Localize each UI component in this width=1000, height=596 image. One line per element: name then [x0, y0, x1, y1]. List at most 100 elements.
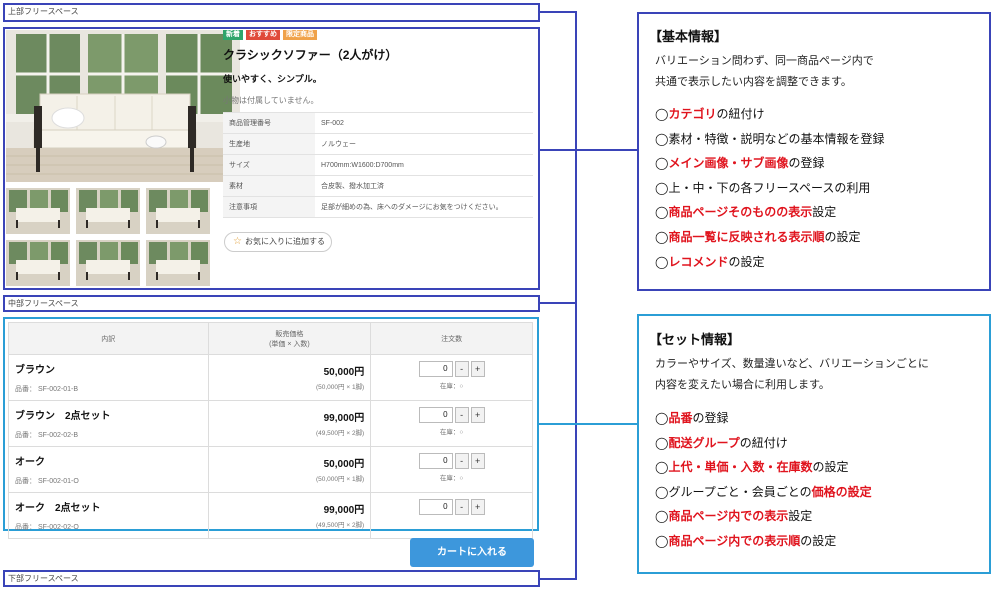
spec-key: 商品管理番号 [223, 112, 315, 134]
decrement-button[interactable]: - [454, 407, 469, 423]
quantity-input[interactable]: 0 [418, 361, 453, 377]
increment-button[interactable]: + [470, 453, 485, 469]
set-info-item: ◯グループごと・会員ごとの価格の設定 [655, 480, 872, 505]
variation-code: 品番： SF-002-02-O [15, 524, 79, 531]
set-info-desc-line: カラーやサイズ、数量違いなど、バリエーションごとに [655, 358, 929, 370]
top-free-space-label: 上部フリースペース [8, 7, 79, 16]
circle-mark: ◯ [655, 180, 669, 195]
set-info-item: ◯上代・単価・入数・在庫数の設定 [655, 455, 872, 480]
variation-price: 50,000円 [323, 367, 365, 378]
star-icon: ☆ [233, 236, 242, 247]
variation-code: 品番： SF-002-02-B [15, 432, 79, 439]
spec-value: ノルウェー [315, 133, 533, 155]
product-thumbnail[interactable] [6, 188, 70, 234]
quantity-input[interactable]: 0 [418, 499, 453, 515]
variation-table: 内訳 販売価格 (単価 × 入数) 注文数 ブラウン 品番： SF-002-01-B… [8, 322, 533, 539]
basic-info-heading: 【基本情報】 [649, 29, 728, 44]
spec-table: 商品管理番号 SF-002 生産地 ノルウェー サイズ H700mm:W1600:D7… [223, 112, 533, 218]
add-to-cart-button[interactable]: カートに入れる [410, 538, 534, 567]
basic-info-desc-line: バリエーション問わず、同一商品ページ内で [655, 55, 874, 67]
set-info-list: ◯品番の登録 ◯配送グループの紐付け ◯上代・単価・入数・在庫数の設定 ◯グルー… [655, 406, 872, 554]
item-text: の登録 [788, 156, 825, 171]
highlight-text: 品番 [668, 411, 693, 425]
add-to-favorites-label: お気に入りに追加する [244, 237, 325, 246]
decrement-button[interactable]: - [454, 499, 469, 515]
set-info-desc-line: 内容を変えたい場合に利用します。 [655, 379, 830, 391]
set-info-item: ◯配送グループの紐付け [655, 431, 872, 456]
spec-key: サイズ [223, 154, 315, 176]
product-thumbnail[interactable] [76, 240, 140, 286]
variation-price-detail: (50,000円 × 1脚) [315, 384, 365, 391]
highlight-text: カテゴリ [668, 107, 717, 121]
circle-mark: ◯ [655, 205, 669, 220]
decrement-button[interactable]: - [454, 361, 469, 377]
item-text: 上・中・下の各フリースペースの利用 [668, 180, 871, 195]
increment-button[interactable]: + [470, 361, 485, 377]
header-qty: 注文数 [370, 322, 533, 355]
product-thumbnail[interactable] [146, 240, 210, 286]
product-thumbnail[interactable] [6, 240, 70, 286]
basic-info-item: ◯商品ページそのものの表示設定 [655, 200, 884, 225]
variation-code: 品番： SF-002-01-O [15, 478, 79, 485]
spec-row: サイズ H700mm:W1600:D700mm [223, 154, 533, 176]
basic-info-desc-line: 共通で表示したい内容を調整できます。 [655, 76, 852, 88]
quantity-input[interactable]: 0 [418, 453, 453, 469]
bottom-free-space-label: 下部フリースペース [8, 574, 79, 583]
circle-mark: ◯ [655, 131, 669, 146]
header-item: 内訳 [8, 322, 209, 355]
item-text: 設定 [812, 205, 837, 220]
variation-name: ブラウン 2点セット [15, 411, 111, 422]
item-text: の紐付け [739, 435, 788, 450]
set-info-panel: 【セット情報】 カラーやサイズ、数量違いなど、バリエーションごとに 内容を変えた… [637, 314, 991, 574]
circle-mark: ◯ [655, 254, 669, 269]
quantity-input[interactable]: 0 [418, 407, 453, 423]
variation-price: 99,000円 [323, 413, 365, 424]
product-catchcopy: 使いやすく、シンプル。 [223, 74, 322, 84]
variation-row: ブラウン品番： SF-002-01-B 50,000円 (50,000円 × 1脚… [8, 354, 533, 401]
variation-code: 品番： SF-002-01-B [15, 386, 79, 393]
add-to-favorites-button[interactable]: ☆ お気に入りに追加する [224, 232, 332, 252]
item-text: 設定 [788, 509, 813, 524]
set-info-item: ◯商品ページ内での表示設定 [655, 504, 872, 529]
variation-price: 99,000円 [323, 505, 365, 516]
item-text: 素材・特徴・説明などの基本情報を登録 [668, 131, 885, 146]
spec-value: H700mm:W1600:D700mm [315, 154, 533, 176]
stock-status: 在庫：○ [439, 429, 464, 436]
item-text: グループごと・会員ごとの [668, 484, 812, 499]
item-text: の設定 [800, 533, 837, 548]
product-main-image[interactable] [6, 30, 240, 182]
variation-row: オーク 品番： SF-002-01-O 50,000円 (50,000円 × 1脚)… [8, 446, 533, 493]
circle-mark: ◯ [655, 533, 669, 548]
middle-free-space: 中部フリースペース [3, 295, 540, 312]
increment-button[interactable]: + [470, 499, 485, 515]
spec-row: 生産地 ノルウェー [223, 133, 533, 155]
highlight-text: 商品ページ内での表示順 [668, 533, 801, 548]
product-thumbnail[interactable] [76, 188, 140, 234]
item-text: の設定 [812, 460, 849, 475]
product-thumbnail[interactable] [146, 188, 210, 234]
set-info-description: カラーやサイズ、数量違いなど、バリエーションごとに 内容を変えたい場合に利用しま… [655, 354, 929, 396]
variation-row: ブラウン 2点セット 品番： SF-002-02-B 99,000円 (49,500… [8, 400, 533, 447]
basic-info-item: ◯商品一覧に反映される表示順の設定 [655, 225, 884, 250]
increment-button[interactable]: + [470, 407, 485, 423]
variation-name: ブラウン [15, 365, 55, 376]
item-text: の設定 [728, 254, 765, 269]
spec-value: 足部が細めの為、床へのダメージにお気をつけください。 [315, 196, 533, 218]
basic-info-panel: 【基本情報】 バリエーション問わず、同一商品ページ内で 共通で表示したい内容を調… [637, 12, 991, 291]
set-info-item: ◯品番の登録 [655, 406, 872, 431]
spec-value: 合皮製、撥水加工済 [315, 175, 533, 197]
product-note: 小物は付属していません。 [223, 96, 319, 105]
highlight-text: メイン画像・サブ画像 [668, 156, 789, 171]
highlight-text: 上代・単価・入数・在庫数 [668, 460, 813, 475]
spec-value: SF-002 [315, 112, 533, 134]
highlight-text: 商品ページそのものの表示 [668, 205, 813, 220]
decrement-button[interactable]: - [454, 453, 469, 469]
highlight-text: レコメンド [668, 254, 729, 269]
item-text: の紐付け [716, 107, 765, 121]
basic-info-item: ◯上・中・下の各フリースペースの利用 [655, 176, 884, 201]
spec-row: 素材 合皮製、撥水加工済 [223, 175, 533, 197]
middle-free-space-label: 中部フリースペース [8, 299, 79, 308]
spec-key: 素材 [223, 175, 315, 197]
basic-info-item: ◯素材・特徴・説明などの基本情報を登録 [655, 127, 884, 152]
stock-status: 在庫：○ [439, 383, 464, 390]
